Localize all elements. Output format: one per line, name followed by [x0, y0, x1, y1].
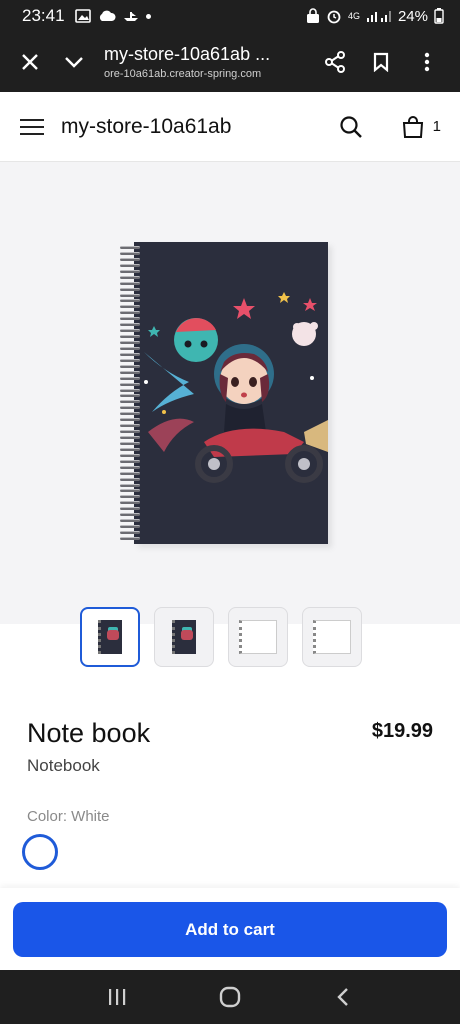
expand-button[interactable] — [52, 40, 96, 84]
recent-apps-icon — [108, 989, 125, 1005]
status-bar: 23:41 4G 24% — [0, 0, 460, 32]
home-icon — [219, 986, 241, 1008]
cart-count: 1 — [432, 118, 441, 135]
close-tab-button[interactable] — [8, 40, 52, 84]
battery-icon — [434, 8, 444, 24]
close-icon — [22, 54, 38, 70]
product-title: Note book — [27, 718, 151, 748]
product-price: $19.99 — [371, 720, 433, 742]
page-url: ore-10a61ab.creator-spring.com — [104, 68, 262, 80]
share-icon — [325, 51, 345, 73]
more-notifications-dot — [145, 13, 151, 19]
thumbnail-image — [239, 620, 277, 654]
thumbnail-strip — [80, 607, 362, 667]
system-nav-bar — [0, 970, 460, 1024]
search-icon — [340, 115, 362, 138]
add-to-cart-bar: Add to cart — [0, 888, 460, 970]
gallery-icon — [74, 9, 91, 23]
thumbnail-image — [172, 620, 196, 654]
color-swatch-white[interactable] — [22, 834, 58, 870]
menu-button[interactable] — [20, 115, 44, 139]
battery-level: 24% — [397, 7, 428, 25]
network-type: 4G — [347, 10, 360, 21]
back-button[interactable] — [323, 977, 363, 1017]
page-title: my-store-10a61ab ... — [104, 44, 271, 64]
thumbnail-image — [313, 620, 351, 654]
chevron-down-icon — [65, 57, 83, 68]
product-type: Notebook — [27, 756, 100, 775]
bookmark-button[interactable] — [358, 40, 404, 84]
boat-icon — [123, 12, 138, 21]
bookmark-icon — [373, 52, 389, 72]
thumbnail-2[interactable] — [154, 607, 214, 667]
browser-toolbar: my-store-10a61ab ... ore-10a61ab.creator… — [0, 32, 460, 92]
product-image-area[interactable] — [0, 162, 460, 624]
recent-apps-button[interactable] — [97, 977, 137, 1017]
store-header: my-store-10a61ab 1 — [0, 92, 460, 162]
cloud-icon — [99, 10, 116, 21]
alarm-icon — [327, 10, 341, 24]
more-vert-icon — [424, 52, 430, 72]
thumbnail-1[interactable] — [80, 607, 140, 667]
thumbnail-4[interactable] — [302, 607, 362, 667]
signal-icon — [366, 11, 391, 22]
more-options-button[interactable] — [404, 40, 450, 84]
system-icons: 4G 24% — [306, 8, 444, 25]
url-display[interactable]: my-store-10a61ab ... ore-10a61ab.creator… — [104, 44, 284, 80]
store-name[interactable]: my-store-10a61ab — [61, 115, 231, 139]
cart-button[interactable] — [399, 113, 427, 141]
thumbnail-image — [98, 620, 122, 654]
cover-illustration — [144, 292, 328, 483]
home-button[interactable] — [210, 977, 250, 1017]
status-time: 23:41 — [22, 6, 65, 25]
hamburger-icon — [20, 118, 44, 121]
notification-icons — [74, 9, 151, 23]
share-button[interactable] — [312, 40, 358, 84]
product-image — [120, 242, 332, 548]
alarm-lock-icon — [306, 8, 319, 23]
back-icon — [337, 988, 349, 1006]
search-button[interactable] — [337, 113, 365, 141]
thumbnail-3[interactable] — [228, 607, 288, 667]
notebook-spiral — [120, 246, 142, 540]
color-label: Color: White — [27, 808, 110, 825]
add-to-cart-button[interactable]: Add to cart — [13, 902, 447, 957]
shopping-bag-icon — [402, 115, 423, 138]
